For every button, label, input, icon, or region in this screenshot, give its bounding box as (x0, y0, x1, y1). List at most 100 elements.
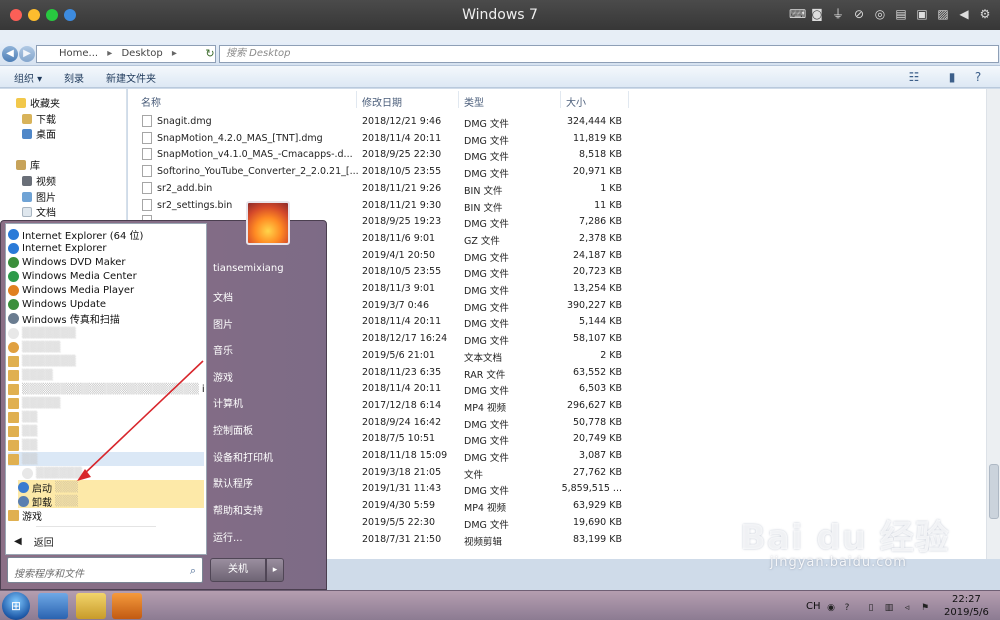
help-icon[interactable]: ? (970, 69, 986, 85)
column-divider[interactable] (458, 91, 459, 108)
host-toolbar: ⌨ ◙ ⏚ ⊘ ◎ ▤ ▣ ▨ ◀ ⚙ (789, 7, 992, 21)
file-type: DMG 文件 (464, 286, 509, 297)
file-size: 1 KB (600, 182, 622, 194)
back-arrow-icon[interactable]: ◀ (2, 46, 18, 62)
file-name: Snagit.dmg (157, 116, 212, 127)
table-row[interactable]: sr2_settings.bin 2018/11/21 9:30 BIN 文件 11 … (128, 197, 628, 214)
start-button[interactable]: ⊞ (2, 592, 30, 620)
file-type: DMG 文件 (464, 269, 509, 281)
file-type: MP4 视频 (464, 402, 506, 414)
explorer-taskbar-icon[interactable] (76, 593, 106, 619)
file-name: SnapMotion_4.2.0_MAS_[TNT].dmg (157, 132, 323, 144)
file-date: 2019/5/5 22:30 (362, 516, 436, 528)
file-type: DMG 文件 (464, 135, 509, 147)
image-icon[interactable]: ▨ (936, 7, 950, 21)
internet-explorer-taskbar-icon[interactable] (38, 593, 68, 619)
scrollbar-thumb[interactable] (989, 464, 999, 519)
file-size: 7,286 KB (579, 216, 622, 228)
volume-icon[interactable]: ◃ (902, 603, 912, 613)
help-tray-icon[interactable]: ? (842, 603, 852, 613)
burn-button[interactable]: 刻录 (64, 70, 84, 85)
display-icon[interactable]: ⊘ (852, 7, 866, 21)
annotation-arrow (77, 360, 204, 481)
file-size: 13,254 KB (572, 283, 622, 294)
back-arrow-icon[interactable]: ◀ (957, 7, 971, 21)
file-type: DMG 文件 (464, 386, 509, 398)
watermark-url: jingyan.baidu.com (770, 555, 907, 570)
ime-icon[interactable]: ◉ (826, 603, 836, 613)
file-date: 2018/7/5 10:51 (362, 433, 436, 445)
network-icon[interactable]: ▥ (884, 603, 894, 613)
nav-videos[interactable]: 视频 (22, 173, 56, 188)
clock-time[interactable]: 22:27 (952, 594, 981, 605)
column-header-date[interactable]: 修改日期 (362, 94, 402, 109)
file-size: 390,227 KB (566, 299, 622, 311)
file-size: 50,778 KB (572, 416, 622, 428)
file-size: 11,819 KB (572, 132, 622, 144)
file-type: DMG 文件 (464, 519, 509, 531)
file-date: 2018/9/24 16:42 (362, 416, 442, 428)
column-divider[interactable] (628, 91, 629, 108)
column-divider[interactable] (560, 91, 561, 108)
file-type: DMG 文件 (464, 152, 509, 164)
nav-libraries[interactable]: 库 (16, 157, 40, 172)
column-header-size[interactable]: 大小 (566, 94, 586, 109)
file-date: 2018/12/17 16:24 (362, 333, 448, 345)
new-folder-button[interactable]: 新建文件夹 (106, 70, 156, 85)
column-header-name[interactable]: 名称 (141, 94, 161, 109)
file-type: DMG 文件 (464, 302, 509, 314)
address-field[interactable]: Home... ▸ Desktop ▸ (36, 45, 216, 63)
usb-tray-icon[interactable]: ▯ (866, 603, 876, 613)
nav-pictures[interactable]: 图片 (22, 189, 56, 204)
file-size: 24,187 KB (572, 249, 622, 261)
refresh-icon[interactable]: ↻ (203, 45, 217, 63)
flag-icon[interactable]: ⚑ (920, 603, 930, 613)
breadcrumb-home[interactable]: Home... (59, 48, 98, 59)
preview-pane-icon[interactable]: ▮ (944, 69, 960, 85)
file-date: 2018/11/23 6:35 (362, 366, 442, 378)
file-name: Softorino_YouTube_Converter_2_2.0.21_[..… (157, 166, 359, 178)
file-size: 63,929 KB (572, 500, 622, 512)
file-date: 2019/3/18 21:05 (362, 466, 442, 478)
table-row[interactable]: sr2_add.bin 2018/11/21 9:26 BIN 文件 1 KB (128, 180, 628, 197)
view-options-icon[interactable]: ☷ (906, 69, 922, 85)
clock-date[interactable]: 2019/5/6 (944, 607, 989, 618)
nav-desktop[interactable]: 桌面 (22, 126, 56, 141)
cd-icon[interactable]: ◙ (810, 7, 824, 21)
file-icon (142, 165, 152, 178)
table-row[interactable]: Softorino_YouTube_Converter_2_2.0.21_[..… (128, 163, 628, 180)
organize-button[interactable]: 组织 ▾ (14, 70, 42, 85)
file-date: 2018/11/18 15:09 (362, 450, 448, 461)
column-divider[interactable] (356, 91, 357, 108)
input-language[interactable]: CH (806, 601, 821, 612)
file-date: 2018/12/21 9:46 (362, 116, 442, 127)
table-row[interactable]: SnapMotion_v4.1.0_MAS_-Cmacapps-.d... 201… (128, 146, 628, 163)
file-icon (142, 181, 152, 194)
file-type: 视频剪辑 (464, 536, 503, 548)
forward-arrow-icon[interactable]: ▶ (19, 46, 35, 62)
file-date: 2018/11/3 9:01 (362, 283, 436, 294)
file-date: 2019/1/31 11:43 (362, 483, 442, 495)
usb-icon[interactable]: ⏚ (831, 7, 845, 21)
file-type: DMG 文件 (464, 486, 509, 498)
file-type: GZ 文件 (464, 235, 500, 247)
printer-icon[interactable]: ▤ (894, 7, 908, 21)
settings-icon[interactable]: ⚙ (978, 7, 992, 21)
table-row[interactable]: SnapMotion_4.2.0_MAS_[TNT].dmg 2018/11/4 … (128, 130, 628, 147)
table-row[interactable]: Snagit.dmg 2018/12/21 9:46 DMG 文件 324,444 K… (128, 113, 628, 130)
breadcrumb-desktop[interactable]: Desktop (121, 48, 162, 59)
search-input[interactable]: 搜索 Desktop (219, 45, 999, 63)
nav-downloads[interactable]: 下载 (22, 111, 56, 126)
share-icon[interactable]: ▣ (915, 7, 929, 21)
file-size: 63,552 KB (572, 366, 622, 378)
nav-documents[interactable]: 文档 (22, 204, 56, 219)
address-bar: ◀ ▶ Home... ▸ Desktop ▸ ↻ 搜索 Desktop (0, 42, 1000, 66)
file-date: 2018/11/4 20:11 (362, 132, 442, 144)
media-player-taskbar-icon[interactable] (112, 593, 142, 619)
keyboard-icon[interactable]: ⌨ (789, 7, 806, 21)
camera-icon[interactable]: ◎ (873, 7, 887, 21)
column-header-type[interactable]: 类型 (464, 94, 484, 109)
file-date: 2018/11/21 9:26 (362, 182, 442, 194)
nav-favorites[interactable]: 收藏夹 (16, 95, 60, 110)
vertical-scrollbar[interactable] (986, 89, 1000, 559)
